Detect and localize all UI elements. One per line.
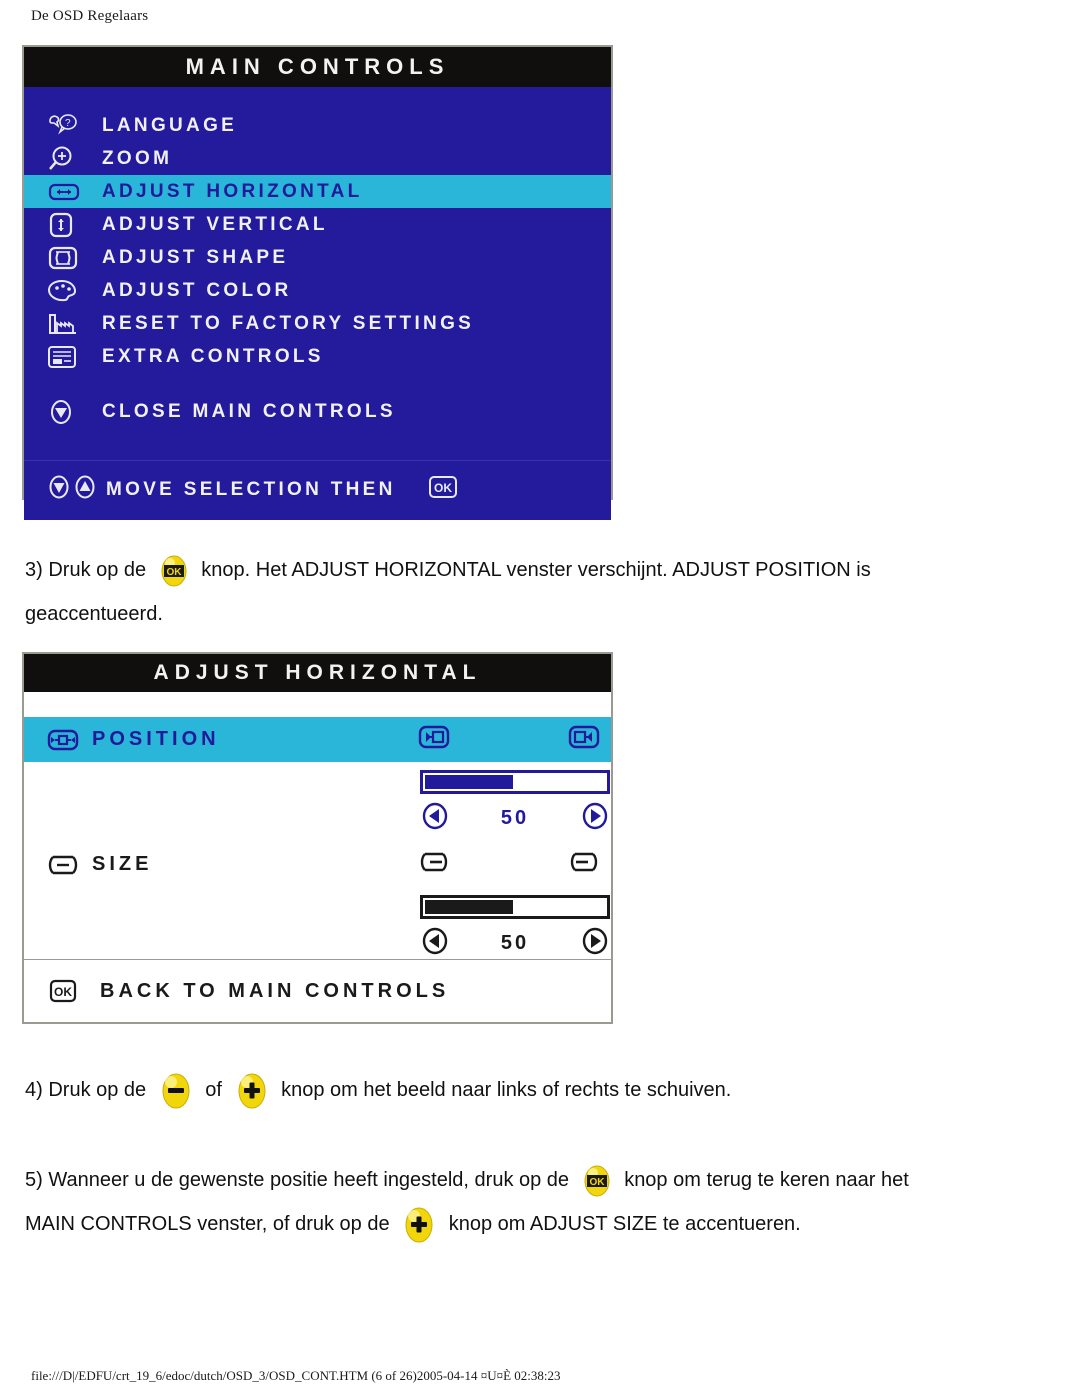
ok-button[interactable]: OK <box>579 1164 615 1198</box>
arrow-right-circle-icon[interactable] <box>580 926 610 961</box>
adjust-row-label: POSITION <box>92 728 220 750</box>
plus-button[interactable] <box>399 1206 439 1244</box>
menu-item-label: ADJUST SHAPE <box>102 246 289 268</box>
arrow-down-circle-icon <box>46 473 72 506</box>
position-icon <box>34 726 92 754</box>
adjust-row-size[interactable]: SIZE <box>24 842 611 887</box>
position-direction-icons <box>414 717 604 762</box>
back-to-main-controls-row[interactable]: OK BACK TO MAIN CONTROLS <box>24 959 611 1022</box>
close-down-arrow-icon <box>46 398 102 426</box>
main-controls-footer-label: MOVE SELECTION THEN <box>106 478 396 500</box>
zoom-magnifier-icon <box>46 145 102 173</box>
adjust-horizontal-title: ADJUST HORIZONTAL <box>24 654 611 692</box>
position-progress-bar[interactable] <box>420 770 610 794</box>
size-direction-icons <box>414 842 604 887</box>
arrow-left-circle-icon[interactable] <box>420 801 450 836</box>
position-value-controls: 50 <box>420 802 610 834</box>
menu-item-label: EXTRA CONTROLS <box>102 345 324 367</box>
main-controls-osd-panel: MAIN CONTROLS ? LANGUAGE ZOOM ADJUST HOR… <box>22 45 613 520</box>
adjust-horizontal-osd-panel: ADJUST HORIZONTAL POSITION 50 SIZE 50 OK… <box>22 652 613 1024</box>
move-left-icon[interactable] <box>414 722 454 757</box>
main-controls-footer-hint: MOVE SELECTION THEN OK <box>24 460 611 520</box>
adjust-shape-icon <box>46 244 102 272</box>
size-icon <box>34 851 92 879</box>
menu-item-label: ADJUST VERTICAL <box>102 213 328 235</box>
page-title: De OSD Regelaars <box>31 8 149 24</box>
step-3-paragraph: 3) Druk op de OK knop. Het ADJUST HORIZO… <box>25 548 1055 636</box>
language-icon: ? <box>46 113 102 139</box>
menu-item-label: ADJUST COLOR <box>102 279 292 301</box>
size-value-controls: 50 <box>420 927 610 959</box>
menu-item-label: ADJUST HORIZONTAL <box>102 180 363 202</box>
menu-item-adjust-horizontal[interactable]: ADJUST HORIZONTAL <box>24 175 611 208</box>
adjust-row-label: SIZE <box>92 853 153 875</box>
step-5-line2-suffix: knop om ADJUST SIZE te accentueren. <box>448 1213 801 1235</box>
menu-item-label: CLOSE MAIN CONTROLS <box>102 400 396 422</box>
step-4-suffix: knop om het beeld naar links of rechts t… <box>281 1079 732 1101</box>
step-3-line-2: geaccentueerd. <box>25 603 163 625</box>
menu-item-close-main-controls[interactable]: CLOSE MAIN CONTROLS <box>24 395 611 428</box>
position-progress-fill <box>425 775 513 789</box>
step-5-line1-suffix: knop om terug te keren naar het <box>624 1169 909 1191</box>
adjust-vertical-icon <box>46 211 102 239</box>
menu-item-label: RESET TO FACTORY SETTINGS <box>102 312 475 334</box>
arrow-up-circle-icon <box>72 473 98 506</box>
step-5-line2-prefix: MAIN CONTROLS venster, of druk op de <box>25 1213 390 1235</box>
minus-button[interactable] <box>156 1072 196 1110</box>
adjust-horizontal-icon <box>46 180 102 204</box>
size-value: 50 <box>500 931 530 954</box>
move-right-icon[interactable] <box>564 722 604 757</box>
menu-top-spacer <box>24 87 611 109</box>
svg-text:?: ? <box>65 118 71 129</box>
menu-item-reset-to-factory-settings[interactable]: RESET TO FACTORY SETTINGS <box>24 307 611 340</box>
position-slider-area: 50 <box>24 762 611 842</box>
size-progress-bar[interactable] <box>420 895 610 919</box>
step-4-paragraph: 4) Druk op de of knop om het beeld naar … <box>25 1068 1055 1112</box>
svg-text:OK: OK <box>54 985 72 999</box>
menu-item-adjust-color[interactable]: ADJUST COLOR <box>24 274 611 307</box>
menu-item-language[interactable]: ? LANGUAGE <box>24 109 611 142</box>
size-shrink-icon[interactable] <box>414 847 454 882</box>
svg-text:OK: OK <box>434 481 452 495</box>
step-3-prefix: 3) Druk op de <box>25 559 147 581</box>
position-value: 50 <box>500 806 530 829</box>
ok-button[interactable]: OK <box>156 554 192 588</box>
color-palette-icon <box>46 278 102 304</box>
step-5-line1-prefix: 5) Wanneer u de gewenste positie heeft i… <box>25 1169 570 1191</box>
step-4-middle: of <box>205 1079 222 1101</box>
svg-text:OK: OK <box>166 567 182 578</box>
arrow-right-circle-icon[interactable] <box>580 801 610 836</box>
menu-bottom-spacer <box>24 373 611 395</box>
arrow-left-circle-icon[interactable] <box>420 926 450 961</box>
plus-button[interactable] <box>232 1072 272 1110</box>
main-controls-title: MAIN CONTROLS <box>24 47 611 87</box>
adjust-row-position[interactable]: POSITION <box>24 717 611 762</box>
size-slider-area: 50 <box>24 887 611 967</box>
menu-item-extra-controls[interactable]: EXTRA CONTROLS <box>24 340 611 373</box>
step-5-paragraph: 5) Wanneer u de gewenste positie heeft i… <box>25 1158 1055 1246</box>
page-footer-path: file:///D|/EDFU/crt_19_6/edoc/dutch/OSD_… <box>31 1368 561 1383</box>
back-to-main-controls-label: BACK TO MAIN CONTROLS <box>100 979 450 1002</box>
main-controls-menu-list: ? LANGUAGE ZOOM ADJUST HORIZONTAL ADJUST… <box>24 87 611 460</box>
svg-text:OK: OK <box>589 1177 605 1188</box>
menu-item-adjust-vertical[interactable]: ADJUST VERTICAL <box>24 208 611 241</box>
ok-box-icon: OK <box>34 977 92 1005</box>
ok-box-icon: OK <box>426 473 460 506</box>
menu-item-adjust-shape[interactable]: ADJUST SHAPE <box>24 241 611 274</box>
menu-item-zoom[interactable]: ZOOM <box>24 142 611 175</box>
menu-item-label: LANGUAGE <box>102 114 238 136</box>
adjust-horizontal-top-gap <box>24 692 611 717</box>
step-3-rest: knop. Het ADJUST HORIZONTAL venster vers… <box>201 559 871 581</box>
size-progress-fill <box>425 900 513 914</box>
factory-reset-icon <box>46 311 102 337</box>
menu-item-label: ZOOM <box>102 147 173 169</box>
page-root: De OSD Regelaars MAIN CONTROLS ? LANGUAG… <box>0 0 1080 1397</box>
extra-controls-icon <box>46 344 102 370</box>
step-4-prefix: 4) Druk op de <box>25 1079 147 1101</box>
size-grow-icon[interactable] <box>564 847 604 882</box>
